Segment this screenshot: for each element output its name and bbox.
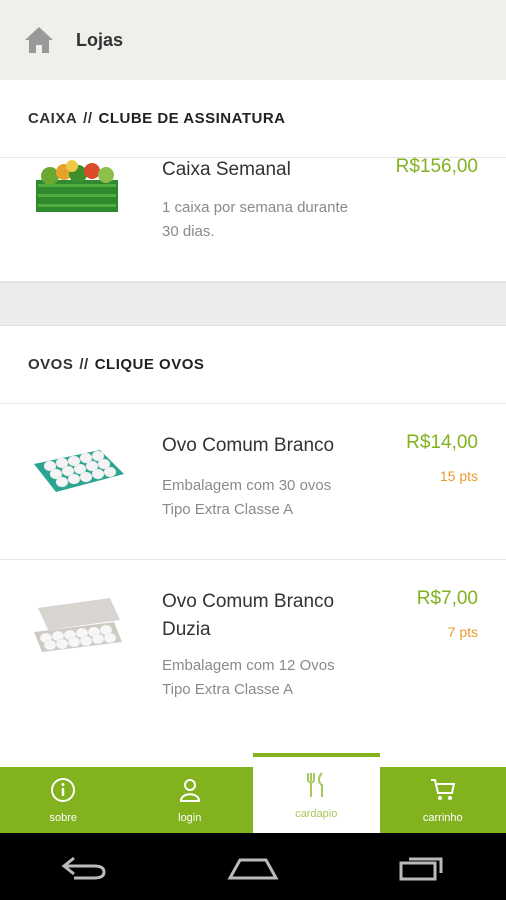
nav-carrinho[interactable]: carrinho [380,767,506,833]
cart-icon [429,777,457,806]
home-icon[interactable] [20,21,58,59]
nav-label: carrinho [422,811,463,824]
recent-apps-icon[interactable] [382,847,462,887]
product-name: Ovo Comum Branco Duzia [162,591,335,640]
bottom-navigation: sobre login cardapio carrinho [0,753,506,833]
product-description: Embalagem com 30 ovos Tipo Extra Classe … [162,477,332,518]
cutlery-icon [303,771,329,802]
product-name: Caixa Semanal [162,159,291,180]
user-icon [177,777,203,806]
section-category: OVOS [28,356,74,373]
nav-sobre[interactable]: sobre [0,767,127,833]
section-separator: // [83,110,93,127]
product-description: Embalagem com 12 Ovos Tipo Extra Classe … [162,657,335,698]
section-header-ovos: OVOS // CLIQUE OVOS [0,326,506,404]
home-nav-icon[interactable] [213,847,293,887]
section-header-caixa: CAIXA // CLUBE DE ASSINATURA [0,80,506,158]
product-name: Ovo Comum Branco [162,435,335,456]
section-subtitle: CLUBE DE ASSINATURA [98,110,286,127]
product-image-egg-carton [28,590,128,665]
nav-cardapio[interactable]: cardapio [253,753,380,833]
nav-label: cardapio [295,807,338,820]
section-divider [0,282,506,326]
product-item[interactable]: Ovo Comum Branco Embalagem com 30 ovos T… [0,404,506,560]
nav-login[interactable]: login [127,767,254,833]
product-price: R$7,00 [416,588,478,609]
page-title: Lojas [76,29,124,50]
back-icon[interactable] [44,847,124,887]
section-separator: // [79,356,89,373]
nav-label: login [178,811,202,824]
info-icon [50,777,76,806]
product-item[interactable]: Ovo Comum Branco Duzia Embalagem com 12 … [0,560,506,750]
product-points: 7 pts [447,624,478,640]
product-points: 15 pts [439,468,478,484]
product-price: R$14,00 [406,432,478,453]
product-item[interactable]: Caixa Semanal 1 caixa por semana durante… [0,156,506,282]
product-price: R$156,00 [395,156,478,177]
product-image-vegetable-box [28,154,124,223]
top-app-bar: Lojas [0,0,506,80]
section-subtitle: CLIQUE OVOS [94,356,205,373]
section-category: CAIXA [28,110,78,127]
nav-label: sobre [49,811,78,824]
store-list[interactable]: CAIXA // CLUBE DE ASSINATURA Caixa Seman… [0,80,506,767]
system-navigation-bar [0,833,506,900]
product-image-egg-tray [28,434,128,509]
product-description: 1 caixa por semana durante 30 dias. [162,199,348,240]
